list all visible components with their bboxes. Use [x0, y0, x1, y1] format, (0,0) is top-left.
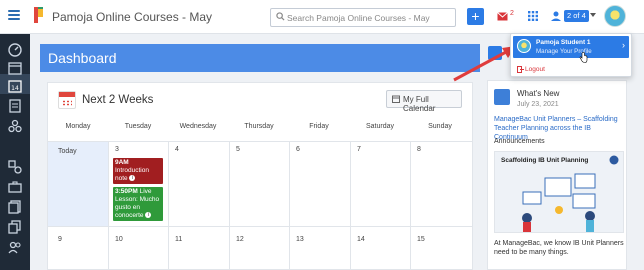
grid-line — [410, 142, 411, 270]
switch-account-icon[interactable] — [550, 10, 562, 22]
day-number: 8 — [417, 146, 421, 153]
weekday-label: Sunday — [428, 123, 452, 130]
event-time: 3:50PM — [115, 188, 138, 195]
page-title: Dashboard — [40, 44, 480, 72]
grid-line — [108, 142, 109, 270]
network-icon[interactable] — [8, 119, 22, 133]
calendar-day-icon[interactable]: 14 — [8, 79, 22, 93]
search-input[interactable] — [287, 10, 453, 25]
brand-logo[interactable] — [32, 6, 46, 24]
calendar-widget: Next 2 Weeks My Full Calendar Monday Tue… — [47, 82, 473, 270]
briefcase-icon[interactable] — [8, 180, 22, 194]
calendar-title: Next 2 Weeks — [82, 94, 154, 106]
hand-cursor-icon — [579, 52, 588, 63]
avatar — [517, 39, 531, 53]
full-calendar-button[interactable]: My Full Calendar — [386, 90, 462, 113]
weekday-label: Thursday — [244, 123, 274, 130]
day-number: 9 — [58, 236, 62, 243]
announcements-label: Announcements — [494, 138, 545, 145]
weekday-label: Saturday — [365, 123, 395, 130]
search-box[interactable] — [270, 8, 456, 27]
illustration-icon — [522, 173, 596, 232]
chevron-right-icon: › — [622, 40, 625, 50]
event-time: 9AM — [115, 159, 129, 166]
grid-line — [168, 142, 169, 270]
calendar-icon — [392, 95, 400, 103]
apps-grid-icon[interactable] — [528, 11, 538, 21]
manage-profile-item[interactable]: Pamoja Student 1 Manage Your Profile › — [513, 36, 629, 58]
grid-line — [350, 142, 351, 270]
sidebar: 14 — [0, 34, 30, 270]
grid-line — [229, 142, 230, 270]
whats-new-date: July 23, 2021 — [517, 101, 559, 108]
grid-line — [48, 226, 472, 227]
calendar-grid: Today 3 4 5 6 7 8 9AM Introduction note … — [48, 141, 472, 270]
day-number: 6 — [296, 146, 300, 153]
day-number: 3 — [115, 146, 119, 153]
whats-new-title: What's New — [517, 89, 560, 98]
announcement-image[interactable]: Scaffolding IB Unit Planning — [494, 151, 624, 233]
info-icon[interactable]: i — [129, 175, 136, 182]
top-bar: Pamoja Online Courses - May + 2 2 of 4 — [0, 0, 644, 34]
announcement-image-title: Scaffolding IB Unit Planning — [501, 157, 589, 164]
profile-name: Pamoja Student 1 — [536, 39, 591, 46]
avatar[interactable] — [604, 5, 626, 27]
svg-text:14: 14 — [11, 85, 19, 92]
day-label-today: Today — [58, 148, 77, 155]
day-number: 14 — [357, 236, 365, 243]
today-cell[interactable] — [48, 142, 108, 226]
calendar-event[interactable]: 3:50PM Live Lesson: Mucho gusto en conoc… — [113, 187, 163, 221]
chevron-down-icon[interactable] — [590, 13, 596, 17]
weekday-label: Friday — [309, 123, 329, 130]
info-icon[interactable]: i — [145, 212, 152, 219]
weekday-label: Monday — [65, 123, 91, 130]
account-switch-badge[interactable]: 2 of 4 — [564, 10, 589, 22]
search-icon — [276, 12, 285, 21]
dashboard-icon[interactable] — [8, 43, 22, 57]
menu-icon[interactable] — [8, 10, 20, 20]
day-number: 11 — [175, 236, 183, 243]
calendar-icon — [58, 91, 76, 109]
day-number: 10 — [115, 236, 123, 243]
day-number: 7 — [357, 146, 361, 153]
managebac-logo-icon — [609, 155, 619, 165]
day-number: 15 — [417, 236, 425, 243]
full-calendar-label: My Full Calendar — [403, 95, 436, 113]
logout-icon — [517, 66, 524, 73]
add-button[interactable]: + — [467, 8, 484, 25]
logout-label: Logout — [525, 66, 545, 73]
calendar-event[interactable]: 9AM Introduction note i — [113, 158, 163, 184]
weekday-label: Tuesday — [124, 123, 152, 130]
app-title[interactable]: Pamoja Online Courses - May — [52, 10, 212, 24]
announcement-text: At ManageBac, we know IB Unit Planners n… — [494, 240, 624, 256]
profile-dropdown: Pamoja Student 1 Manage Your Profile › L… — [510, 33, 632, 77]
users-icon[interactable] — [8, 240, 22, 254]
documents-icon[interactable] — [8, 200, 22, 214]
day-number: 12 — [236, 236, 244, 243]
day-number: 4 — [175, 146, 179, 153]
mail-count-badge: 2 — [510, 10, 514, 17]
day-number: 13 — [296, 236, 304, 243]
weekday-label: Wednesday — [179, 123, 217, 130]
day-number: 5 — [236, 146, 240, 153]
list-icon[interactable] — [8, 99, 22, 113]
shapes-icon[interactable] — [8, 160, 22, 174]
weekday-header: Monday Tuesday Wednesday Thursday Friday… — [48, 123, 472, 137]
calendar-icon[interactable] — [8, 61, 22, 75]
copy-icon[interactable] — [8, 220, 22, 234]
whats-new-panel: What's New July 23, 2021 ManageBac Unit … — [487, 80, 627, 270]
grid-line — [289, 142, 290, 270]
mail-icon[interactable] — [497, 12, 508, 21]
news-icon — [494, 89, 510, 105]
